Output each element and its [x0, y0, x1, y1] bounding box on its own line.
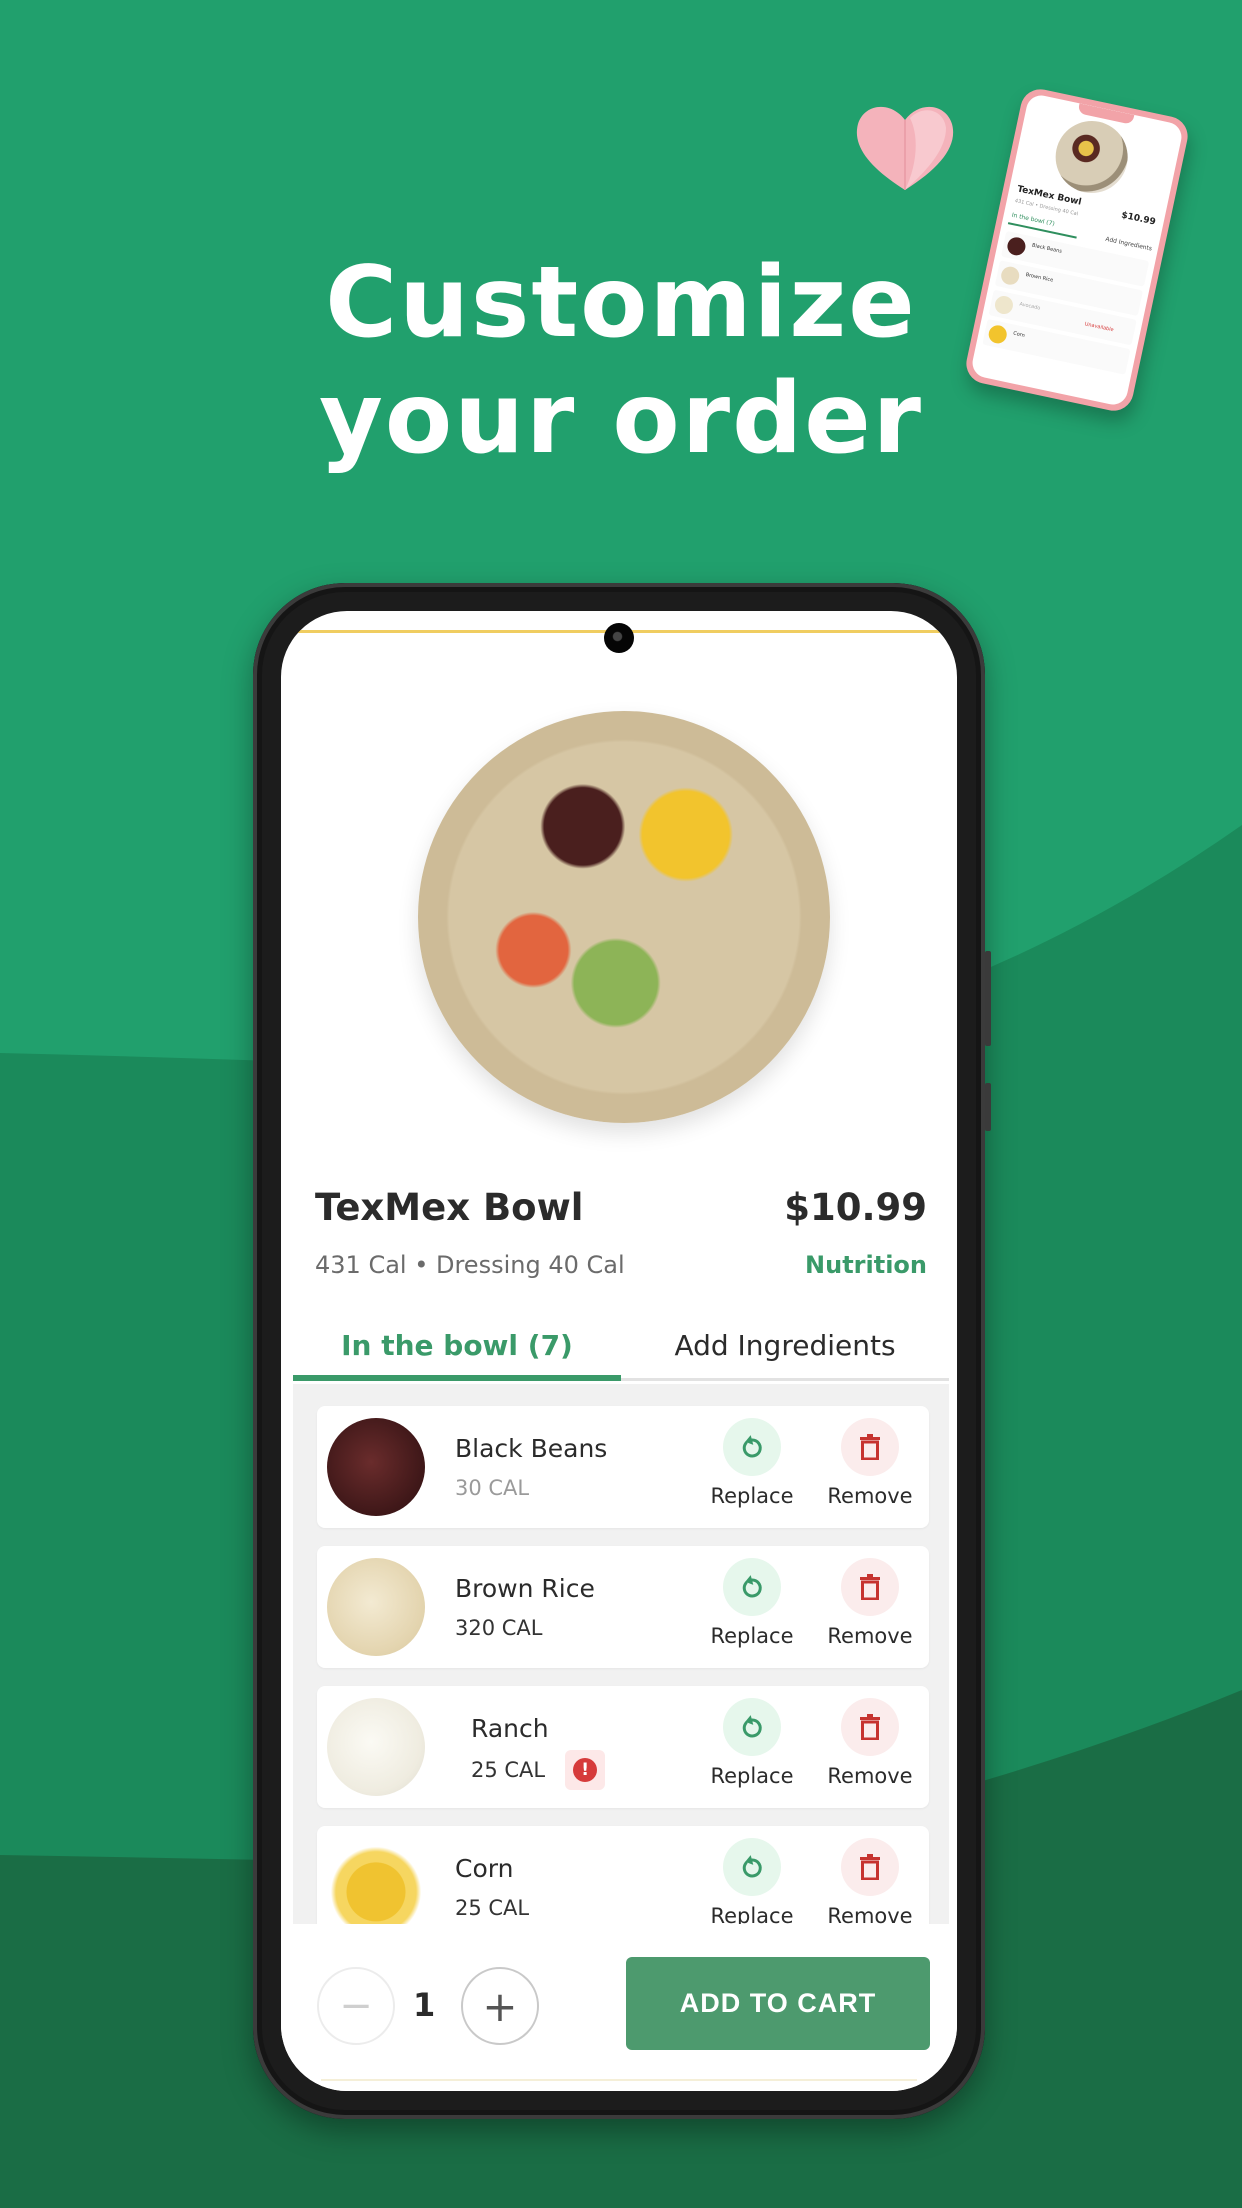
- ingredient-list[interactable]: Black Beans 30 CAL Replace Remove Brown …: [293, 1384, 949, 1924]
- remove-label: Remove: [827, 1764, 913, 1788]
- mini-bowl-image: [1048, 114, 1135, 200]
- ingredient-calories-text: 25 CAL: [455, 1896, 530, 1920]
- mini-thumb: [999, 264, 1021, 287]
- remove-icon-wrap: [841, 1838, 899, 1896]
- replace-label: Replace: [710, 1764, 794, 1788]
- remove-button[interactable]: Remove: [815, 1838, 925, 1924]
- product-title: TexMex Bowl: [315, 1186, 584, 1229]
- mini-tab-other: Add Ingredients: [1104, 235, 1153, 253]
- ingredient-calories: 320 CAL: [455, 1616, 543, 1640]
- replace-icon: [742, 1575, 762, 1598]
- product-header: TexMex Bowl $10.99: [315, 1186, 927, 1229]
- remove-button[interactable]: Remove: [815, 1558, 925, 1648]
- ingredient-calories-text: 25 CAL: [471, 1758, 546, 1782]
- product-subheader: 431 Cal • Dressing 40 Cal Nutrition: [315, 1251, 927, 1279]
- ingredient-name: Corn: [455, 1854, 514, 1883]
- mini-row-name: Corn: [1012, 330, 1026, 339]
- product-price: $10.99: [784, 1186, 927, 1229]
- ingredient-calories: 25 CAL !: [471, 1750, 606, 1790]
- ingredient-calories: 25 CAL: [455, 1896, 529, 1920]
- remove-icon-wrap: [841, 1698, 899, 1756]
- remove-button[interactable]: Remove: [815, 1698, 925, 1788]
- add-to-cart-button[interactable]: ADD TO CART: [626, 1957, 930, 2050]
- phone-frame: TexMex Bowl $10.99 431 Cal • Dressing 40…: [253, 583, 991, 2119]
- minus-icon: −: [339, 1983, 373, 2029]
- tab-add-ingredients[interactable]: Add Ingredients: [621, 1311, 949, 1378]
- trash-icon: [860, 1434, 880, 1460]
- remove-label: Remove: [827, 1484, 913, 1508]
- product-image: [418, 711, 830, 1123]
- ingredient-item: Brown Rice 320 CAL Replace Remove: [317, 1546, 929, 1668]
- cart-bar: − 1 + ADD TO CART: [281, 1924, 957, 2091]
- trash-icon: [860, 1574, 880, 1600]
- mini-thumb: [1005, 235, 1028, 258]
- ingredient-thumbnail: [327, 1558, 425, 1656]
- camera-icon: [604, 623, 634, 653]
- mini-price: $10.99: [1120, 210, 1157, 228]
- mini-row-name: Avocado: [1018, 301, 1041, 312]
- ingredient-item: Ranch 25 CAL ! Replace Remove: [317, 1686, 929, 1808]
- product-calories: 431 Cal • Dressing 40 Cal: [315, 1251, 625, 1279]
- remove-icon-wrap: [841, 1418, 899, 1476]
- replace-button[interactable]: Replace: [697, 1698, 807, 1788]
- trash-icon: [860, 1854, 880, 1880]
- ingredient-thumbnail: [327, 1838, 425, 1924]
- trash-icon: [860, 1714, 880, 1740]
- heart-icon: [850, 98, 960, 198]
- quantity-decrement-button[interactable]: −: [317, 1967, 395, 2045]
- remove-icon-wrap: [841, 1558, 899, 1616]
- mini-thumb: [993, 294, 1015, 316]
- volume-button: [985, 951, 991, 1046]
- ingredient-name: Brown Rice: [455, 1574, 595, 1603]
- warning-icon: !: [573, 1758, 598, 1782]
- replace-button[interactable]: Replace: [697, 1558, 807, 1648]
- ingredient-calories-text: 320 CAL: [455, 1616, 543, 1640]
- nutrition-link[interactable]: Nutrition: [805, 1251, 927, 1279]
- replace-icon-wrap: [723, 1558, 781, 1616]
- remove-label: Remove: [827, 1624, 913, 1648]
- replace-button[interactable]: Replace: [697, 1838, 807, 1924]
- ingredient-calories: 30 CAL: [455, 1476, 529, 1500]
- replace-label: Replace: [710, 1484, 794, 1508]
- ingredient-name: Black Beans: [455, 1434, 608, 1463]
- replace-icon-wrap: [723, 1838, 781, 1896]
- ingredient-thumbnail: [327, 1698, 425, 1796]
- mini-row-name: Black Beans: [1031, 242, 1063, 255]
- replace-icon: [742, 1435, 762, 1458]
- app-screen: TexMex Bowl $10.99 431 Cal • Dressing 40…: [281, 611, 957, 2091]
- plus-icon: +: [482, 1981, 518, 2031]
- quantity-value: 1: [413, 1986, 436, 2024]
- remove-label: Remove: [827, 1904, 913, 1924]
- home-indicator: [321, 2079, 917, 2081]
- replace-icon-wrap: [723, 1418, 781, 1476]
- ingredient-thumbnail: [327, 1418, 425, 1516]
- replace-icon: [742, 1715, 762, 1738]
- replace-button[interactable]: Replace: [697, 1418, 807, 1508]
- tab-in-the-bowl[interactable]: In the bowl (7): [293, 1311, 621, 1381]
- replace-label: Replace: [710, 1624, 794, 1648]
- replace-icon: [742, 1855, 762, 1878]
- remove-button[interactable]: Remove: [815, 1418, 925, 1508]
- ingredient-calories-text: 30 CAL: [455, 1476, 530, 1500]
- mini-thumb: [987, 323, 1009, 346]
- replace-icon-wrap: [723, 1698, 781, 1756]
- tab-bar: In the bowl (7) Add Ingredients: [293, 1311, 949, 1381]
- replace-label: Replace: [710, 1904, 794, 1924]
- ingredient-name: Ranch: [471, 1714, 549, 1743]
- power-button: [985, 1083, 991, 1131]
- ingredient-item: Black Beans 30 CAL Replace Remove: [317, 1406, 929, 1528]
- ingredient-item: Corn 25 CAL Replace Remove: [317, 1826, 929, 1924]
- mini-row-status: Unavailable: [1084, 321, 1115, 334]
- quantity-increment-button[interactable]: +: [461, 1967, 539, 2045]
- mini-row-name: Brown Rice: [1025, 271, 1054, 284]
- allergen-warning-badge[interactable]: !: [565, 1750, 606, 1790]
